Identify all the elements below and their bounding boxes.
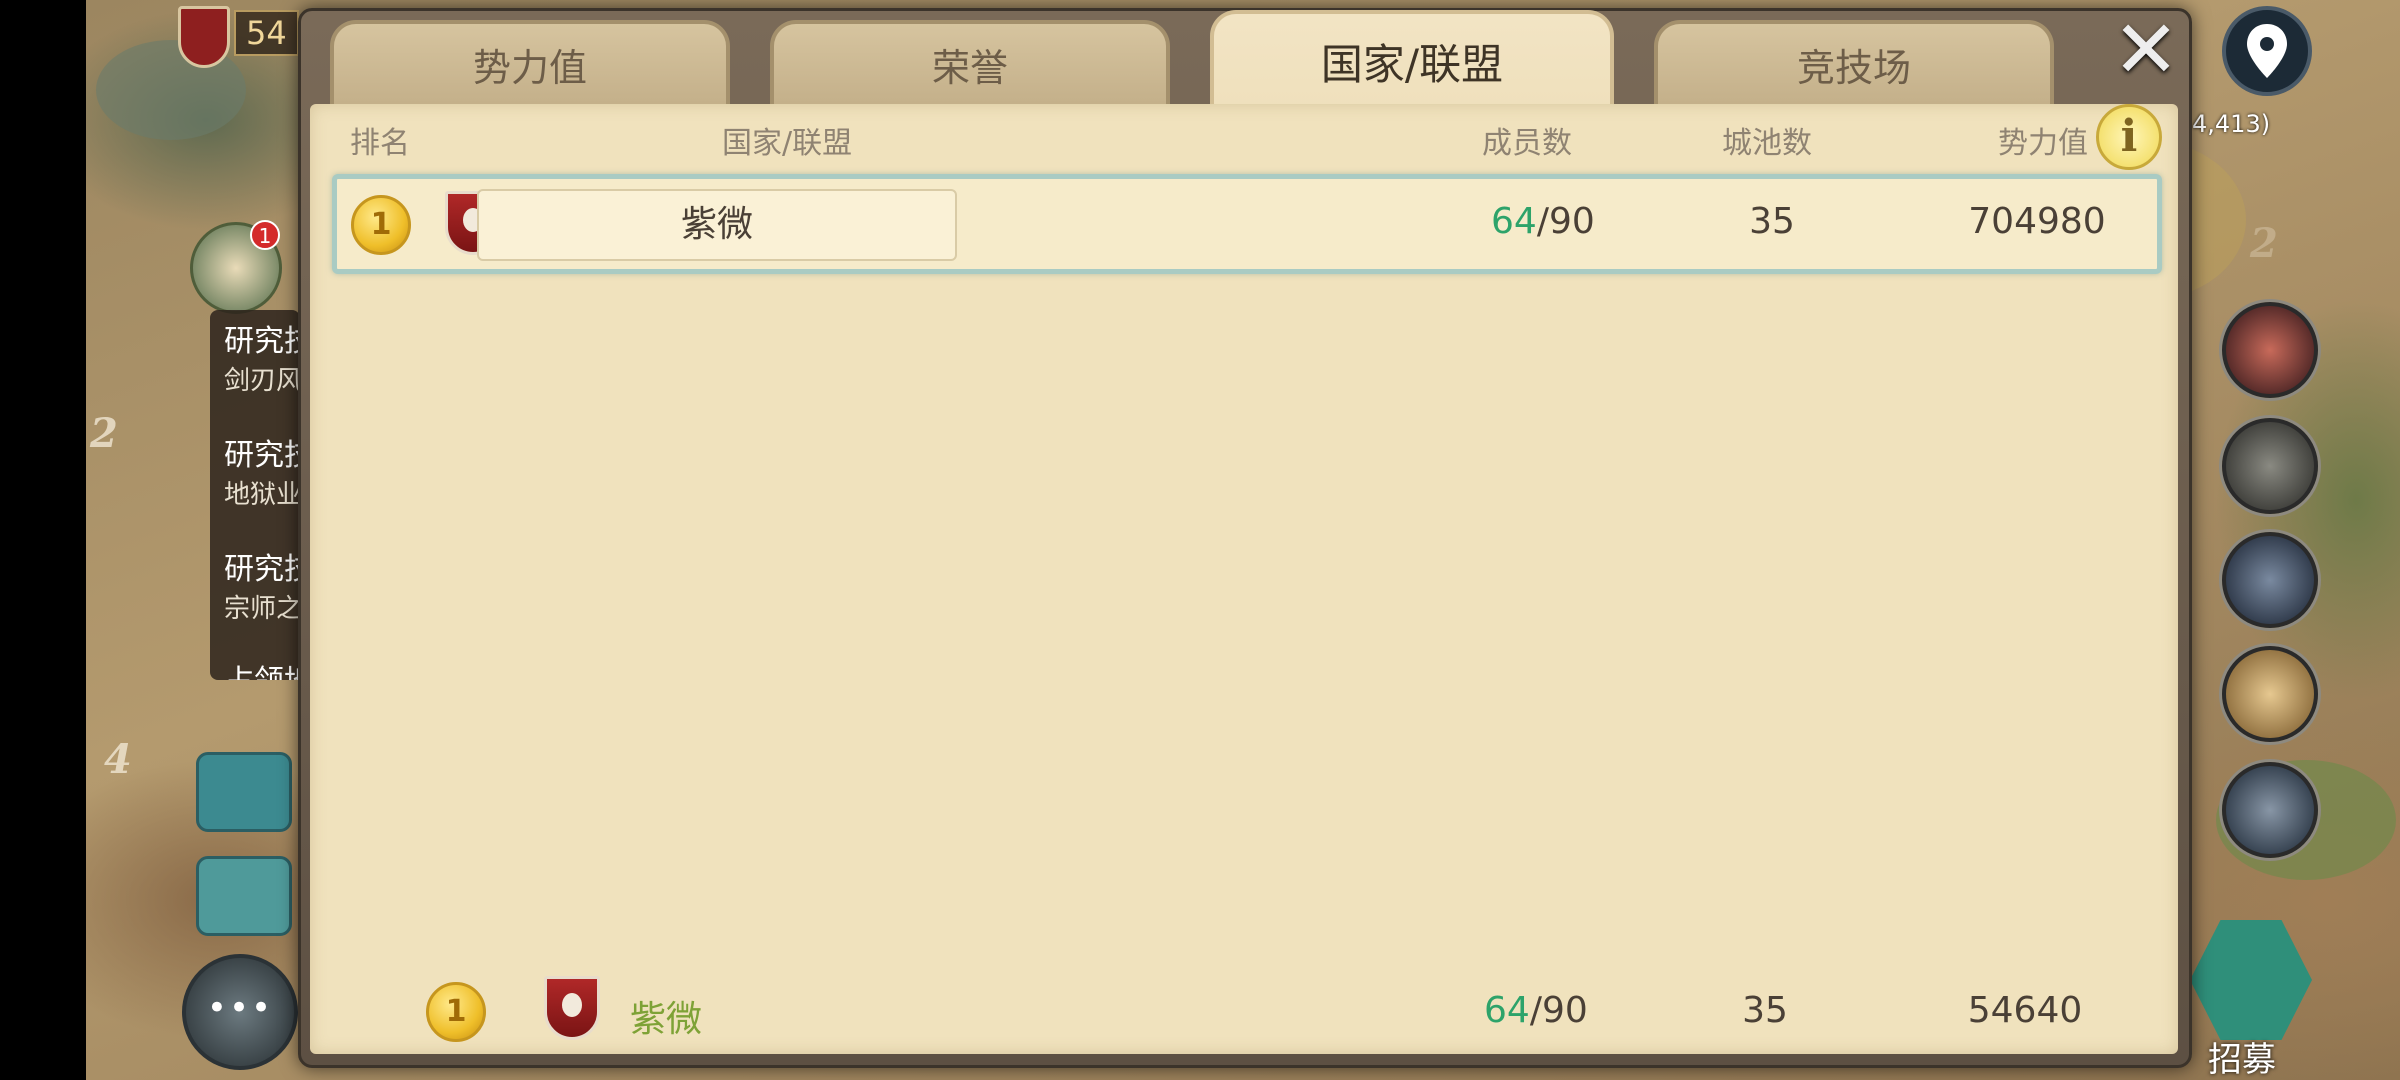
my-power-value: 54640 [1967, 990, 2083, 1031]
tab-power[interactable]: 势力值 [330, 20, 730, 104]
hero-avatar[interactable] [2222, 532, 2318, 628]
map-region-number: 2 [2250, 220, 2278, 267]
ranking-row[interactable]: 1 紫微 64/90 35 704980 [332, 174, 2162, 274]
battle-button[interactable] [196, 856, 292, 936]
quest-item[interactable]: 研究技 剑刃风 [224, 316, 304, 397]
column-header-members: 成员数 [1482, 126, 1572, 161]
rank-medal-icon: 1 [426, 982, 486, 1042]
chat-button[interactable] [182, 954, 298, 1070]
info-button[interactable]: i [2096, 104, 2162, 170]
quest-item[interactable]: 研究技 地狱业 [224, 430, 304, 511]
quest-tracker-panel[interactable]: 研究技 剑刃风 研究技 地狱业 研究技 宗师之 占领地 [210, 310, 304, 680]
my-member-count-current: 64 [1484, 990, 1530, 1031]
map-coordinates: 4,413) [2192, 110, 2271, 138]
my-member-count: 64/90 [1484, 990, 1588, 1031]
alliance-name[interactable]: 紫微 [477, 189, 957, 261]
mail-button[interactable] [196, 752, 292, 832]
quest-subtitle: 宗师之 [224, 594, 303, 624]
hero-avatar[interactable] [2222, 418, 2318, 514]
location-pin-icon [2247, 24, 2287, 78]
tab-honor[interactable]: 荣誉 [770, 20, 1170, 104]
hud-power-count: 54 [234, 10, 299, 56]
hero-avatar[interactable] [2222, 302, 2318, 398]
member-count-current: 64 [1491, 201, 1537, 242]
map-region-number: 2 [90, 410, 118, 457]
map-region-number: 4 [104, 736, 132, 783]
quest-title: 研究技 [224, 438, 304, 473]
column-header-power: 势力值 [1998, 126, 2088, 161]
alliance-flag-icon [544, 976, 600, 1040]
quest-notification-badge: 1 [250, 220, 280, 250]
member-count-max: /90 [1536, 201, 1595, 242]
hero-avatar[interactable] [2222, 762, 2318, 858]
tab-nation-alliance[interactable]: 国家/联盟 [1210, 10, 1614, 110]
city-count: 35 [1749, 201, 1795, 242]
quest-title: 研究技 [224, 324, 304, 359]
my-alliance-name: 紫微 [630, 999, 703, 1040]
quest-subtitle: 地狱业 [224, 480, 303, 510]
rank-medal-icon: 1 [351, 195, 411, 255]
player-flag-icon[interactable] [178, 6, 230, 68]
ranking-content-panel: 排名 国家/联盟 成员数 城池数 势力值 i 1 紫微 64/90 35 704… [310, 104, 2178, 1054]
member-count: 64/90 [1491, 201, 1595, 242]
quest-item[interactable]: 占领地 [224, 656, 304, 680]
quest-item[interactable]: 研究技 宗师之 [224, 544, 304, 625]
column-header-nation: 国家/联盟 [722, 126, 853, 161]
quest-title: 研究技 [224, 552, 304, 587]
recruit-label: 招募 [2208, 1040, 2276, 1080]
location-pin-button[interactable] [2222, 6, 2312, 96]
quest-title: 占领地 [224, 656, 304, 680]
column-header-cities: 城池数 [1722, 126, 1812, 161]
hero-avatar[interactable] [2222, 646, 2318, 742]
my-member-count-max: /90 [1529, 990, 1588, 1031]
power-value: 704980 [1968, 201, 2106, 242]
quest-subtitle: 剑刃风 [224, 366, 303, 396]
column-header-rank: 排名 [350, 126, 410, 161]
close-button[interactable]: ✕ [2106, 10, 2186, 92]
my-alliance-row: 1 紫微 64/90 35 54640 [310, 974, 2178, 1054]
my-city-count: 35 [1742, 990, 1788, 1031]
tab-arena[interactable]: 竞技场 [1654, 20, 2054, 104]
